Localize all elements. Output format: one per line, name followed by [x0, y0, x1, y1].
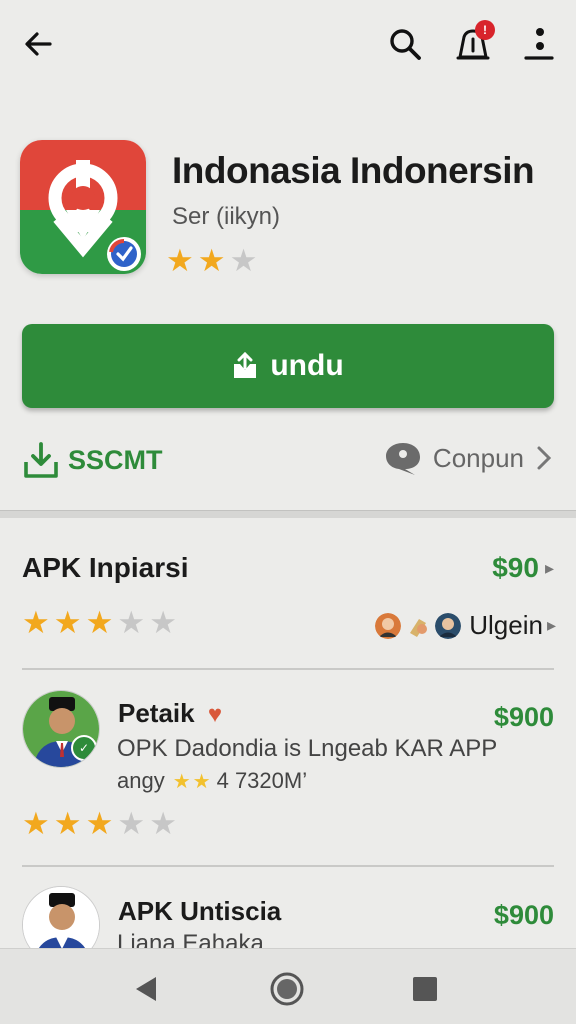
search-button[interactable]: [383, 22, 427, 66]
star-icon: ★: [22, 605, 50, 640]
person-avatar-icon: [23, 887, 99, 948]
star-icon: ★: [166, 243, 194, 278]
avatar: ✓: [22, 690, 100, 768]
compare-button[interactable]: Conpun: [383, 440, 554, 476]
install-button-label: undu: [270, 349, 344, 382]
verified-badge-icon: ✓: [71, 735, 97, 761]
download-tray-icon: [24, 442, 58, 478]
compare-label: Conpun: [432, 442, 524, 473]
app-rating: ★ ★ ★: [166, 245, 257, 276]
section-rating: ★ ★ ★ ★ ★: [22, 607, 177, 638]
star-empty-icon: ★: [149, 806, 177, 841]
section-price-value: $90: [492, 552, 539, 583]
star-icon: ★: [85, 605, 114, 640]
arrow-left-icon: [25, 32, 52, 56]
more-vertical-icon: [524, 28, 554, 60]
star-icon: ★: [172, 770, 191, 793]
star-empty-icon: ★: [117, 605, 146, 640]
star-icon: ★: [53, 605, 82, 640]
square-recents-icon: [413, 977, 437, 1001]
triangle-back-icon: [136, 977, 156, 1001]
system-navigation-bar: [0, 948, 576, 1024]
item-title: APK Untiscia: [118, 896, 282, 926]
save-label: SSCMT: [68, 444, 163, 475]
item-price: $900: [493, 702, 554, 732]
top-app-bar: !: [0, 0, 576, 96]
notifications-button[interactable]: !: [451, 20, 495, 66]
heart-icon: ♥: [207, 701, 223, 728]
notification-badge: !: [475, 20, 495, 40]
item-meta: angy ★ ★ 4 7320M’: [117, 768, 308, 793]
save-button[interactable]: SSCMT: [22, 440, 163, 480]
chevron-right-icon: [537, 446, 552, 470]
nav-back-button[interactable]: [128, 971, 164, 1007]
app-logo-icon: [20, 140, 146, 274]
install-button[interactable]: undu: [22, 324, 554, 408]
chevron-right-icon: ▸: [546, 615, 556, 635]
list-item[interactable]: ✓ Petaik ♥ $900 OPK Dadondia is Lngeab K…: [22, 690, 554, 850]
more-options-button[interactable]: [514, 22, 558, 66]
star-empty-icon: ★: [229, 243, 258, 278]
nav-home-button[interactable]: [269, 971, 305, 1007]
section-divider: [0, 510, 576, 518]
circle-home-icon: [270, 972, 304, 1006]
section-header[interactable]: APK Inpiarsi $90 ▸: [22, 550, 554, 590]
download-icon: [234, 352, 257, 378]
item-rating: ★ ★ ★ ★ ★: [22, 808, 177, 839]
star-icon: ★: [22, 806, 50, 841]
avatar: [22, 886, 100, 948]
star-icon: ★: [197, 243, 226, 278]
row-divider: [22, 865, 554, 867]
row-divider: [22, 668, 554, 670]
star-empty-icon: ★: [117, 806, 146, 841]
avatar: [435, 612, 462, 639]
item-title: Petaik ♥: [118, 698, 223, 728]
section-title: APK Inpiarsi: [22, 552, 189, 583]
item-price: $900: [493, 900, 554, 930]
search-icon: [390, 29, 421, 60]
users-label: Ulgein: [469, 610, 543, 640]
avatar: [375, 612, 402, 639]
back-button[interactable]: [16, 22, 60, 66]
star-icon: ★: [53, 806, 82, 841]
user-reviewers[interactable]: Ulgein ▸: [375, 610, 556, 641]
app-developer: Ser (iikyn): [172, 203, 281, 230]
section-price[interactable]: $90 ▸: [492, 552, 554, 584]
star-empty-icon: ★: [149, 605, 177, 640]
app-icon: [20, 140, 146, 274]
nav-recents-button[interactable]: [407, 971, 443, 1007]
chevron-right-icon: ▸: [544, 557, 554, 578]
app-title: Indonasia Indonersin: [172, 150, 535, 191]
list-item[interactable]: APK Untiscia $900 Liana Eahaka: [22, 886, 554, 948]
chat-bubble-icon: [385, 443, 420, 475]
avatar: [405, 612, 432, 639]
star-icon: ★: [85, 806, 114, 841]
star-icon: ★: [192, 770, 211, 793]
item-description: Liana Eahaka: [117, 930, 264, 948]
item-description: OPK Dadondia is Lngeab KAR APP: [117, 735, 498, 762]
secondary-actions: SSCMT Conpun: [0, 440, 576, 492]
